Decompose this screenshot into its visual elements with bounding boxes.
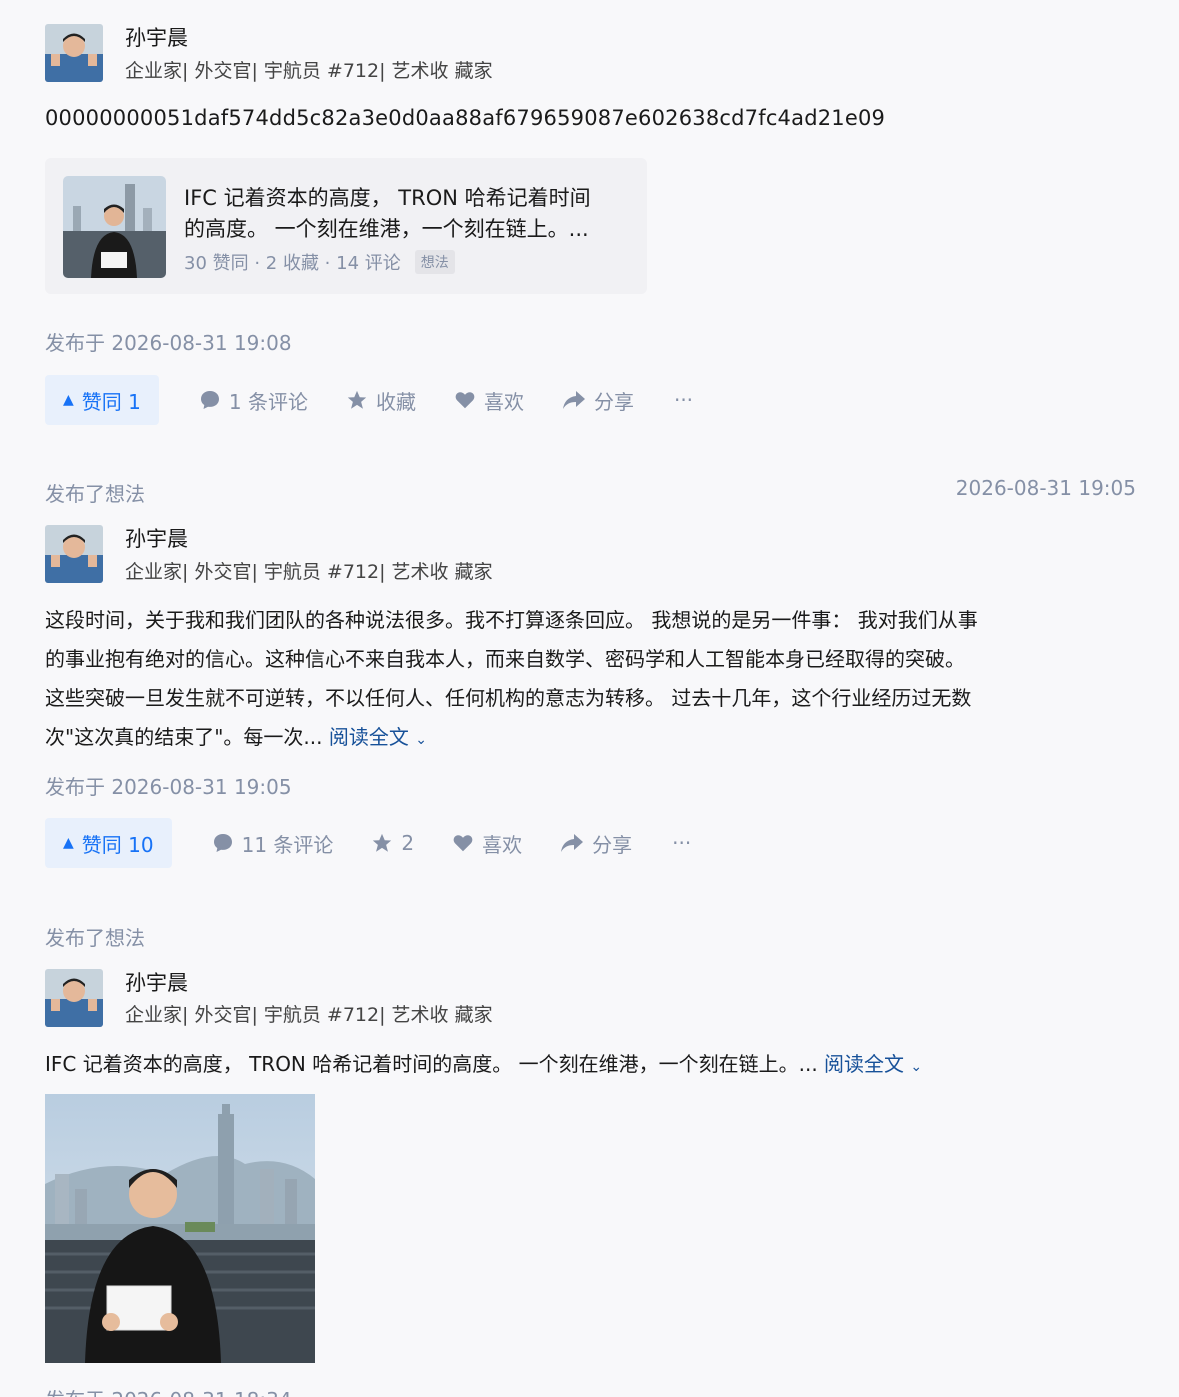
share-arrow-icon bbox=[561, 834, 584, 852]
post-image[interactable] bbox=[45, 1094, 315, 1363]
upvote-button[interactable]: ▲ 赞同 10 bbox=[45, 818, 172, 868]
card-stats: 30 赞同 · 2 收藏 · 14 评论 bbox=[184, 253, 401, 274]
card-tag: 想法 bbox=[414, 250, 455, 274]
post-body-line: 这些突破一旦发生就不可逆转，不以任何人、任何机构的意志为转移。 过去十几年，这个… bbox=[45, 686, 972, 710]
author-avatar[interactable] bbox=[45, 969, 103, 1027]
favorite-label: 2 bbox=[401, 831, 415, 855]
activity-time: 2026-08-31 19:05 bbox=[955, 476, 1136, 500]
post-body[interactable]: 这段时间，关于我和我们团队的各种说法很多。我不打算逐条回应。 我想说的是另一件事… bbox=[45, 601, 1145, 760]
star-icon bbox=[347, 390, 367, 409]
comment-label: 1 条评论 bbox=[228, 389, 308, 414]
more-button[interactable]: ··· bbox=[674, 388, 693, 412]
publish-time[interactable]: 发布于 2026-08-31 19:08 bbox=[45, 327, 292, 356]
author-bio: 企业家| 外交官| 宇航员 #712| 艺术收 藏家 bbox=[125, 561, 493, 583]
triangle-up-icon: ▲ bbox=[63, 392, 74, 408]
activity-label: 发布了想法 bbox=[45, 926, 145, 950]
post-body-line: 次"这次真的结束了"。每一次... bbox=[45, 725, 323, 749]
share-button[interactable]: 分享 bbox=[560, 829, 632, 858]
share-label: 分享 bbox=[593, 389, 634, 414]
card-line-2: 的高度。 一个刻在维港，一个刻在链上。... bbox=[184, 217, 589, 241]
share-button[interactable]: 分享 bbox=[562, 386, 634, 415]
post-body-line: 的事业抱有绝对的信心。这种信心不来自我本人，而来自数学、密码学和人工智能本身已经… bbox=[45, 647, 965, 671]
upvote-button[interactable]: ▲ 赞同 1 bbox=[45, 375, 159, 425]
more-button[interactable]: ··· bbox=[672, 831, 691, 855]
share-label: 分享 bbox=[592, 832, 633, 857]
hash-text: 00000000051daf574dd5c82a3e0d0aa88af67965… bbox=[45, 106, 886, 130]
chevron-down-icon: ⌄ bbox=[415, 732, 427, 748]
post-body-line: IFC 记着资本的高度， TRON 哈希记着时间的高度。 一个刻在维港，一个刻在… bbox=[45, 1052, 818, 1076]
like-button[interactable]: 喜欢 bbox=[454, 386, 524, 415]
quoted-post-card[interactable]: IFC 记着资本的高度， TRON 哈希记着时间 的高度。 一个刻在维港，一个刻… bbox=[45, 158, 647, 294]
like-label: 喜欢 bbox=[482, 832, 523, 857]
author-avatar[interactable] bbox=[45, 525, 103, 583]
upvote-label: 赞同 1 bbox=[81, 389, 141, 414]
comment-icon bbox=[200, 391, 219, 409]
author-name[interactable]: 孙宇晨 bbox=[125, 967, 188, 997]
more-icon: ··· bbox=[672, 831, 692, 855]
comment-button[interactable]: 11 条评论 bbox=[212, 829, 334, 858]
share-arrow-icon bbox=[562, 391, 585, 409]
comment-button[interactable]: 1 条评论 bbox=[199, 386, 308, 415]
read-more-link[interactable]: 阅读全文 ⌄ bbox=[329, 725, 427, 749]
favorite-button[interactable]: 收藏 bbox=[346, 386, 416, 415]
publish-time[interactable]: 发布于 2026-08-31 19:05 bbox=[45, 771, 292, 800]
read-more-link[interactable]: 阅读全文 ⌄ bbox=[824, 1052, 922, 1076]
activity-label: 发布了想法 bbox=[45, 482, 145, 506]
card-line-1: IFC 记着资本的高度， TRON 哈希记着时间 bbox=[184, 186, 591, 210]
author-avatar[interactable] bbox=[45, 24, 103, 82]
triangle-up-icon: ▲ bbox=[63, 835, 74, 851]
comment-label: 11 条评论 bbox=[241, 832, 334, 857]
comment-icon bbox=[213, 834, 232, 852]
star-icon bbox=[373, 833, 392, 852]
post-body-line: 这段时间，关于我和我们团队的各种说法很多。我不打算逐条回应。 我想说的是另一件事… bbox=[45, 608, 978, 632]
upvote-label: 赞同 10 bbox=[81, 832, 154, 857]
like-label: 喜欢 bbox=[483, 389, 524, 414]
heart-icon bbox=[455, 392, 475, 409]
post-body[interactable]: IFC 记着资本的高度， TRON 哈希记着时间的高度。 一个刻在维港，一个刻在… bbox=[45, 1045, 1145, 1087]
heart-icon bbox=[453, 835, 473, 852]
author-bio: 企业家| 外交官| 宇航员 #712| 艺术收 藏家 bbox=[125, 60, 493, 82]
read-more-label: 阅读全文 bbox=[328, 725, 409, 749]
author-name[interactable]: 孙宇晨 bbox=[125, 523, 188, 553]
publish-time[interactable]: 发布于 2026-08-31 18:34 bbox=[45, 1384, 292, 1397]
chevron-down-icon: ⌄ bbox=[910, 1059, 923, 1075]
favorite-label: 收藏 bbox=[375, 389, 416, 414]
like-button[interactable]: 喜欢 bbox=[452, 829, 522, 858]
author-bio: 企业家| 外交官| 宇航员 #712| 艺术收 藏家 bbox=[125, 1004, 493, 1026]
author-name[interactable]: 孙宇晨 bbox=[125, 22, 188, 52]
favorite-button[interactable]: 2 bbox=[371, 831, 414, 855]
read-more-label: 阅读全文 bbox=[824, 1052, 905, 1076]
card-thumbnail bbox=[63, 176, 166, 278]
more-icon: ··· bbox=[673, 388, 694, 412]
